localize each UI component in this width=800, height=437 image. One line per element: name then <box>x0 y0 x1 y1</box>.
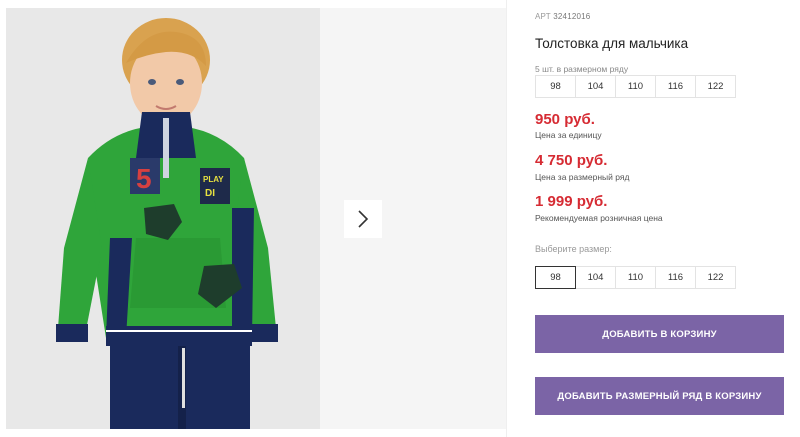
article-number: АРТ 32412016 <box>535 12 590 21</box>
size-option-122[interactable]: 122 <box>695 266 736 289</box>
pack-size-122: 122 <box>695 75 736 98</box>
size-selector: 98 104 110 116 122 <box>535 266 736 289</box>
column-divider <box>506 0 507 437</box>
size-option-98[interactable]: 98 <box>535 266 576 289</box>
retail-price: 1 999 руб. <box>535 193 608 210</box>
size-option-116[interactable]: 116 <box>655 266 696 289</box>
pack-price-label: Цена за размерный ряд <box>535 172 630 182</box>
unit-price-label: Цена за единицу <box>535 130 602 140</box>
choose-size-label: Выберите размер: <box>535 244 612 254</box>
chevron-right-icon <box>358 210 369 228</box>
pack-size-116: 116 <box>655 75 696 98</box>
pack-size-104: 104 <box>575 75 616 98</box>
size-option-104[interactable]: 104 <box>575 266 616 289</box>
pack-size-110: 110 <box>615 75 656 98</box>
article-value: 32412016 <box>553 12 591 21</box>
gallery-next-button[interactable] <box>344 200 382 238</box>
patch-text-di: DI <box>205 188 215 199</box>
article-label: АРТ <box>535 12 551 21</box>
patch-text-play: PLAY <box>203 175 224 184</box>
pack-size-label: 5 шт. в размерном ряду <box>535 64 629 74</box>
patch-number-text: 5 <box>136 163 152 194</box>
retail-price-label: Рекомендуемая розничная цена <box>535 213 663 223</box>
pack-size-98: 98 <box>535 75 576 98</box>
product-photo[interactable]: 5 PLAY DI <box>6 8 320 429</box>
size-option-110[interactable]: 110 <box>615 266 656 289</box>
add-pack-to-cart-button[interactable]: ДОБАВИТЬ РАЗМЕРНЫЙ РЯД В КОРЗИНУ <box>535 377 784 415</box>
pack-price: 4 750 руб. <box>535 152 608 169</box>
pack-sizes-row: 98 104 110 116 122 <box>535 75 736 98</box>
unit-price: 950 руб. <box>535 111 595 128</box>
product-title: Толстовка для мальчика <box>535 36 689 51</box>
add-to-cart-button[interactable]: ДОБАВИТЬ В КОРЗИНУ <box>535 315 784 353</box>
